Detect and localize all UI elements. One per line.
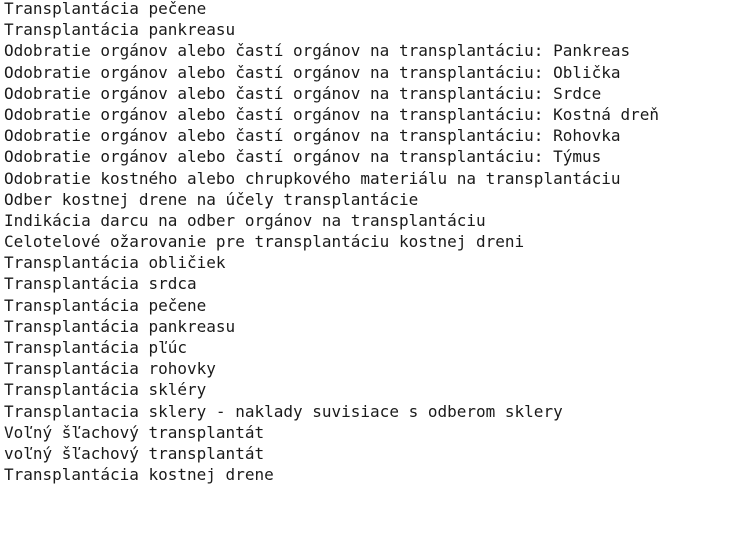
text-line: Transplantácia kostnej drene [4,465,274,485]
text-output: Transplantácia pečene Transplantácia pan… [0,0,750,487]
